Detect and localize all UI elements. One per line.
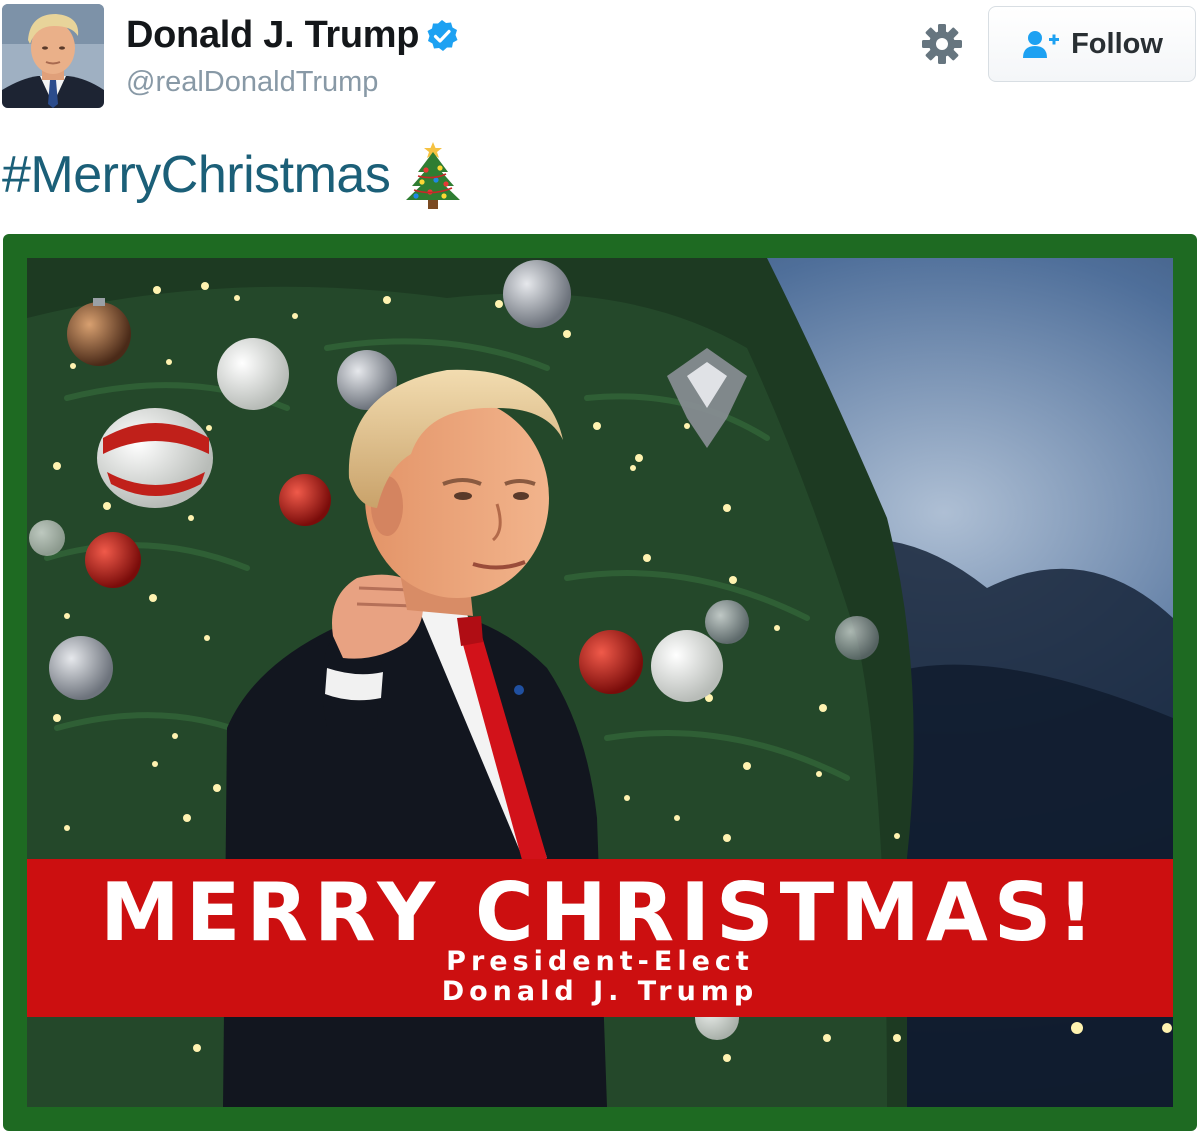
follow-label: Follow — [1071, 27, 1163, 60]
avatar-image — [2, 4, 104, 108]
banner-subtitle-line-1: President-Elect — [446, 946, 754, 977]
tweet-photo[interactable]: MERRY CHRISTMAS! President-Elect Donald … — [27, 258, 1173, 1107]
display-name[interactable]: Donald J. Trump — [126, 14, 420, 57]
tweet-card: Donald J. Trump @realDonaldTrump Follow … — [0, 0, 1200, 1135]
christmas-tree-icon — [404, 140, 462, 210]
author-name-row[interactable]: Donald J. Trump — [126, 14, 459, 57]
banner-subtitle-line-2: Donald J. Trump — [441, 976, 759, 1007]
follow-button[interactable]: Follow — [988, 6, 1196, 82]
christmas-banner: MERRY CHRISTMAS! President-Elect Donald … — [27, 859, 1173, 1017]
add-user-icon — [1021, 29, 1061, 59]
gear-icon[interactable] — [921, 23, 963, 65]
verified-badge-icon — [425, 19, 459, 53]
media-frame: MERRY CHRISTMAS! President-Elect Donald … — [3, 234, 1197, 1131]
user-handle[interactable]: @realDonaldTrump — [126, 66, 378, 99]
tweet-text: #MerryChristmas — [2, 140, 462, 210]
avatar[interactable] — [2, 4, 104, 108]
hashtag-link[interactable]: #MerryChristmas — [2, 145, 391, 205]
